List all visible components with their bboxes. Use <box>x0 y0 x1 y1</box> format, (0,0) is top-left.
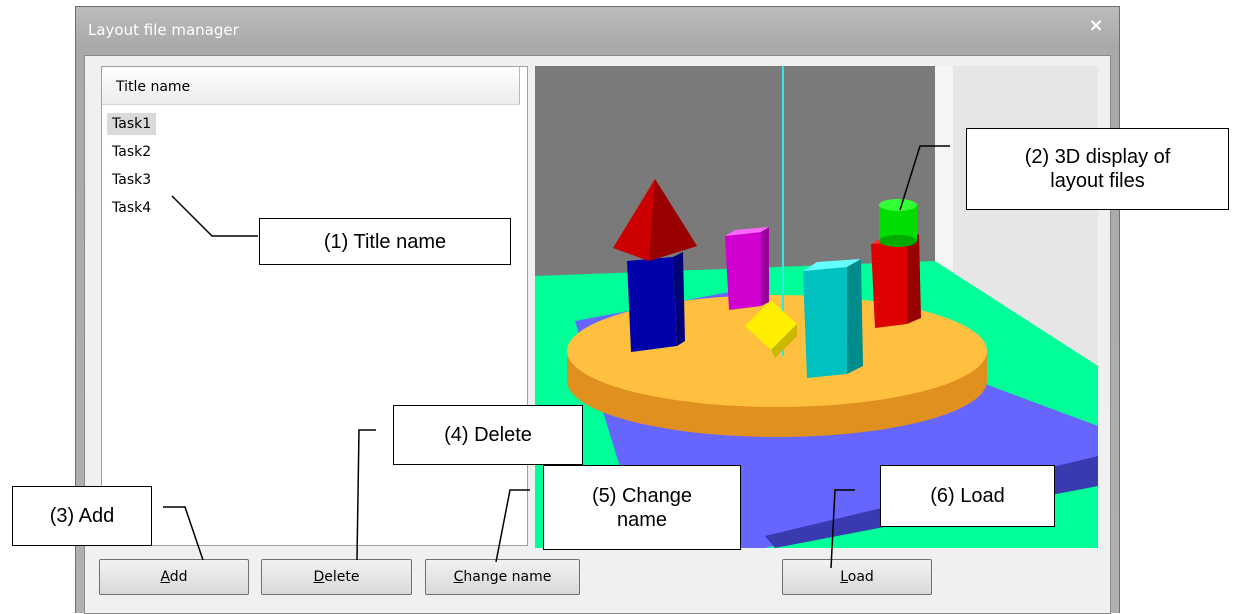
callout-text: (6) Load <box>930 485 1005 507</box>
title-name-list[interactable]: Title name Task1 Task2 Task3 Task4 <box>101 66 528 546</box>
magenta-block-side <box>761 227 769 306</box>
callout-title-name: (1) Title name <box>259 218 511 265</box>
callout-delete: (4) Delete <box>393 405 583 465</box>
list-column-header[interactable]: Title name <box>102 67 520 105</box>
cyan-block <box>803 267 847 378</box>
load-accel-key: L <box>840 569 848 585</box>
callout-load: (6) Load <box>880 465 1055 527</box>
load-button[interactable]: Load <box>782 559 932 595</box>
callout-text: (1) Title name <box>323 230 447 253</box>
delete-accel-key: D <box>313 569 325 585</box>
callout-3d-display: (2) 3D display of layout files <box>966 128 1229 210</box>
add-button[interactable]: Add <box>99 559 249 595</box>
green-cylinder-top <box>879 199 917 211</box>
magenta-block <box>725 232 761 310</box>
add-accel-key: A <box>160 569 170 585</box>
list-item[interactable]: Task1 <box>107 113 157 135</box>
callout-text: layout files <box>1050 170 1145 192</box>
change-name-button[interactable]: Change name <box>425 559 580 595</box>
blue-tower <box>627 257 677 352</box>
red-block <box>871 241 907 328</box>
list-item[interactable]: Task3 <box>107 169 156 191</box>
delete-button[interactable]: Delete <box>261 559 412 595</box>
callout-text: (4) Delete <box>444 424 532 446</box>
change-name-label-rest: hange name <box>463 569 552 585</box>
add-label-rest: dd <box>169 569 188 585</box>
cyan-block-side <box>847 259 863 374</box>
callout-text: (2) 3D display of <box>1024 146 1171 168</box>
right-wall-edge <box>935 66 953 276</box>
change-name-accel-key: C <box>453 569 464 585</box>
close-icon[interactable]: × <box>1085 15 1107 37</box>
red-block-side <box>907 234 921 324</box>
callout-change-name: (5) Change name <box>543 465 741 550</box>
list-item[interactable]: Task4 <box>107 197 156 219</box>
window-title: Layout file manager <box>88 21 239 39</box>
green-cylinder-bottom <box>879 235 917 247</box>
callout-text: (5) Change <box>591 484 693 507</box>
column-header-label: Title name <box>116 79 191 95</box>
callout-text: (3) Add <box>49 505 115 527</box>
list-item[interactable]: Task2 <box>107 141 156 163</box>
load-label-rest: oad <box>847 569 874 585</box>
delete-label-rest: elete <box>324 569 360 585</box>
title-bar[interactable]: Layout file manager × <box>76 7 1119 55</box>
callout-text: name <box>616 508 668 531</box>
callout-add: (3) Add <box>12 486 152 546</box>
